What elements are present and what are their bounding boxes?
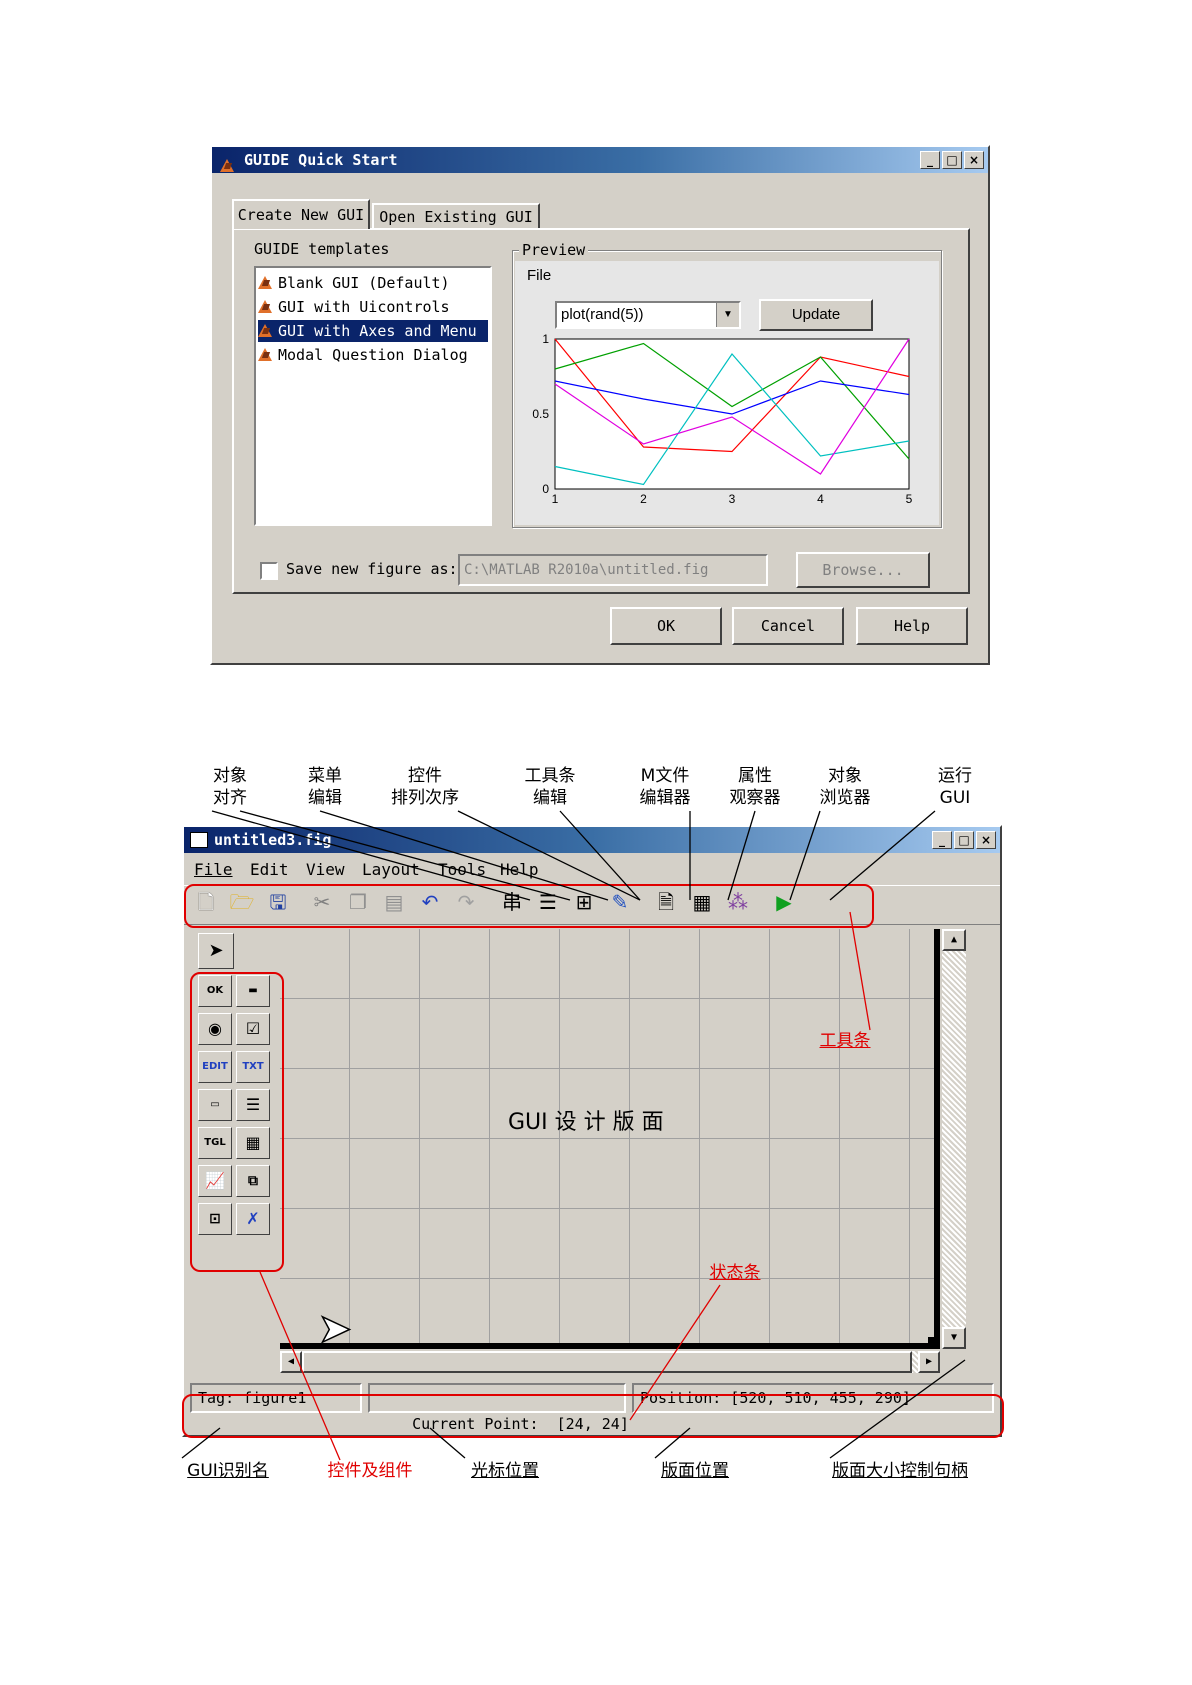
resize-handle[interactable] [928, 1337, 940, 1349]
annotation-mfile-editor: M文件 编辑器 [639, 766, 691, 808]
tab-create-label: Create New GUI [237, 206, 365, 224]
annotation-cursor-position: 光标位置 [471, 1461, 539, 1481]
editor-titlebar: untitled3.fig _ □ × [184, 827, 1000, 853]
scroll-down-button[interactable]: ▼ [942, 1327, 966, 1349]
menubar: File Edit View Layout Tools Help [184, 857, 1000, 883]
annotation-resize-handle: 版面大小控制句柄 [832, 1461, 968, 1481]
quickstart-titlebar: GUIDE Quick Start _ □ × [212, 147, 988, 173]
annotation-toolbar-editor: 工具条 编辑 [524, 766, 576, 808]
template-item-selected[interactable]: GUI with Axes and Menu [258, 320, 488, 342]
tab-create-new-gui[interactable]: Create New GUI [232, 199, 370, 229]
save-path-field[interactable]: C:\MATLAB R2010a\untitled.fig [458, 554, 768, 586]
y-tick-label: 0.5 [532, 407, 549, 421]
annotation-controls: 控件及组件 [327, 1461, 413, 1481]
y-tick-label: 0 [542, 482, 549, 496]
plot-select[interactable]: plot(rand(5)) ▼ [555, 301, 741, 329]
templates-label: GUIDE templates [254, 240, 390, 258]
figure-icon [190, 832, 208, 848]
toolbar-highlight [184, 884, 874, 928]
x-tick-label: 2 [640, 492, 647, 506]
scroll-left-button[interactable]: ◀ [280, 1351, 302, 1373]
editor-title: untitled3.fig [214, 831, 332, 849]
minimize-button[interactable]: _ [932, 831, 952, 849]
preview-group: Preview File plot(rand(5)) ▼ Update 1 0.5… [512, 241, 942, 528]
cancel-button[interactable]: Cancel [732, 607, 844, 645]
annotation-menu-editor: 菜单 编辑 [308, 766, 342, 808]
annotation-property-inspector: 属性 观察器 [729, 766, 781, 808]
annotation-layout-position: 版面位置 [661, 1461, 729, 1481]
scroll-thumb[interactable] [302, 1351, 912, 1373]
update-button[interactable]: Update [759, 299, 873, 331]
preview-label: Preview [519, 241, 589, 259]
matlab-logo-icon [258, 276, 272, 289]
x-tick-label: 4 [817, 492, 824, 506]
menu-help[interactable]: Help [500, 857, 539, 883]
statusbar-highlight [182, 1394, 1004, 1438]
matlab-logo-icon [258, 300, 272, 313]
matlab-logo-icon [258, 324, 272, 337]
tab-open-label: Open Existing GUI [379, 208, 533, 226]
layout-canvas[interactable]: GUI 设 计 版 面 ➤ [280, 929, 940, 1350]
save-figure-label: Save new figure as: [286, 560, 458, 578]
x-tick-label: 5 [906, 492, 913, 506]
scroll-up-button[interactable]: ▲ [942, 929, 966, 951]
document-page: { "quickstart": { "title": "GUIDE Quick … [0, 0, 1192, 1685]
template-item[interactable]: GUI with Uicontrols [258, 296, 488, 318]
ok-button[interactable]: OK [610, 607, 722, 645]
templates-list[interactable]: Blank GUI (Default) GUI with Uicontrols … [254, 266, 492, 526]
palette-highlight [190, 972, 284, 1272]
preview-figure: File plot(rand(5)) ▼ Update 1 0.5 0 1 2 3 4 5 [515, 261, 939, 525]
tab-panel: GUIDE templates Blank GUI (Default) GUI … [232, 228, 970, 594]
annotation-object-align: 对象 对齐 [213, 766, 247, 808]
canvas-label: GUI 设 计 版 面 [508, 1110, 664, 1135]
preview-chart: 10.501 2 3 4 5 [532, 332, 913, 506]
save-figure-checkbox[interactable] [260, 562, 278, 580]
close-button[interactable]: × [976, 831, 996, 849]
vertical-scrollbar[interactable]: ▲ ▼ [942, 929, 966, 1349]
plot-select-value: plot(rand(5)) [561, 306, 644, 323]
annotation-run-gui: 运行 GUI [938, 766, 972, 808]
select-tool-icon[interactable]: ➤ [198, 933, 234, 969]
annotation-object-browser: 对象 浏览器 [819, 766, 871, 808]
annotation-gui-tag: GUI识别名 [187, 1461, 269, 1481]
x-tick-label: 3 [729, 492, 736, 506]
annotation-statusbar: 状态条 [709, 1263, 761, 1283]
annotation-toolbar: 工具条 [819, 1031, 871, 1051]
quickstart-title: GUIDE Quick Start [244, 151, 398, 169]
menu-file[interactable]: File [194, 857, 233, 883]
tab-open-existing-gui[interactable]: Open Existing GUI [372, 203, 540, 229]
scroll-right-button[interactable]: ▶ [918, 1351, 940, 1373]
template-item[interactable]: Blank GUI (Default) [258, 272, 488, 294]
matlab-logo-icon [258, 348, 272, 361]
menu-tools[interactable]: Tools [438, 857, 486, 883]
matlab-logo-icon [220, 159, 234, 172]
chevron-down-icon[interactable]: ▼ [716, 303, 739, 327]
guide-quickstart-window: GUIDE Quick Start _ □ × Create New GUI O… [210, 145, 990, 665]
preview-menu-file: File [527, 267, 552, 284]
annotation-tab-order: 控件 排列次序 [391, 766, 459, 808]
browse-button[interactable]: Browse... [796, 552, 930, 588]
figure-boundary-bottom [280, 1343, 940, 1349]
maximize-button[interactable]: □ [954, 831, 974, 849]
x-tick-label: 1 [552, 492, 559, 506]
minimize-button[interactable]: _ [920, 151, 940, 169]
template-item[interactable]: Modal Question Dialog [258, 344, 488, 366]
close-button[interactable]: × [964, 151, 984, 169]
menu-view[interactable]: View [306, 857, 345, 883]
horizontal-scrollbar[interactable]: ◀ ▶ [280, 1351, 940, 1373]
menu-edit[interactable]: Edit [250, 857, 289, 883]
maximize-button[interactable]: □ [942, 151, 962, 169]
help-button[interactable]: Help [856, 607, 968, 645]
menu-layout[interactable]: Layout [362, 857, 420, 883]
figure-boundary-right [934, 929, 940, 1349]
y-tick-label: 1 [542, 332, 549, 346]
